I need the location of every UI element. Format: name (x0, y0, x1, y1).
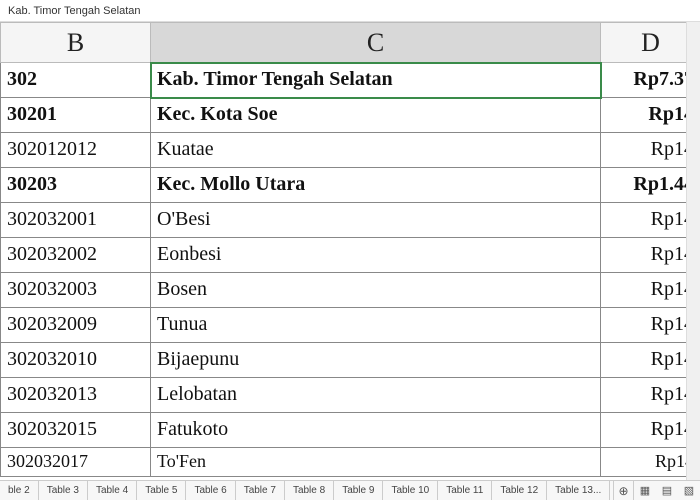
document-title: Kab. Timor Tengah Selatan (8, 5, 141, 17)
cell-c[interactable]: Kuatae (151, 133, 601, 168)
cell-b[interactable]: 302032013 (1, 378, 151, 413)
cell-b[interactable]: 30203 (1, 168, 151, 203)
table-row: 302032015FatukotoRp14 (1, 413, 700, 448)
cell-c[interactable]: Lelobatan (151, 378, 601, 413)
table-row: 30201Kec. Kota SoeRp14 (1, 98, 700, 133)
sheet-tab[interactable]: Table 13 (547, 481, 610, 500)
table-row: 302032003BosenRp14 (1, 273, 700, 308)
vertical-scrollbar[interactable] (686, 22, 700, 480)
cell-c[interactable]: Bosen (151, 273, 601, 308)
cell-c[interactable]: Eonbesi (151, 238, 601, 273)
sheet-tab[interactable]: Table 5 (137, 481, 186, 500)
cell-c[interactable]: Kab. Timor Tengah Selatan (151, 63, 601, 98)
cell-c[interactable]: Kec. Kota Soe (151, 98, 601, 133)
spreadsheet-grid[interactable]: B C D 302Kab. Timor Tengah SelatanRp7.37… (0, 22, 700, 480)
cell-b[interactable]: 302032015 (1, 413, 151, 448)
cell-b[interactable]: 302 (1, 63, 151, 98)
cell-b[interactable]: 302032017 (1, 448, 151, 477)
plus-icon: ⊕ (618, 484, 628, 498)
col-header-c[interactable]: C (151, 23, 601, 63)
cell-b[interactable]: 302032001 (1, 203, 151, 238)
view-pagebreak-icon[interactable]: ▤ (656, 481, 678, 500)
col-header-b[interactable]: B (1, 23, 151, 63)
cell-c[interactable]: To'Fen (151, 448, 601, 477)
sheet-tab[interactable]: Table 10 (383, 481, 438, 500)
cell-b[interactable]: 302032009 (1, 308, 151, 343)
title-bar: Kab. Timor Tengah Selatan (0, 0, 700, 22)
sheet-tab[interactable]: Table 8 (285, 481, 334, 500)
cell-b[interactable]: 30201 (1, 98, 151, 133)
table-row: 302Kab. Timor Tengah SelatanRp7.37 (1, 63, 700, 98)
cell-b[interactable]: 302032002 (1, 238, 151, 273)
cell-c[interactable]: Fatukoto (151, 413, 601, 448)
sheet-tab[interactable]: Table 11 (438, 481, 492, 500)
cell-b[interactable]: 302032003 (1, 273, 151, 308)
add-sheet-button[interactable]: ⊕ (613, 481, 633, 500)
sheet-tab[interactable]: Table 7 (236, 481, 285, 500)
view-layout-icon[interactable]: ▧ (678, 481, 700, 500)
sheet-tab[interactable]: Table 6 (186, 481, 235, 500)
sheet-tab[interactable]: Table 9 (334, 481, 383, 500)
sheet-tab[interactable]: Table 3 (39, 481, 88, 500)
cells-table: B C D 302Kab. Timor Tengah SelatanRp7.37… (0, 22, 700, 477)
cell-c[interactable]: Kec. Mollo Utara (151, 168, 601, 203)
cell-c[interactable]: O'Besi (151, 203, 601, 238)
table-row: 302032002EonbesiRp14 (1, 238, 700, 273)
table-row: 302032017To'FenRp14 (1, 448, 700, 477)
table-row: 302012012KuataeRp14 (1, 133, 700, 168)
bottom-bar: ble 2Table 3Table 4Table 5Table 6Table 7… (0, 480, 700, 500)
column-headers: B C D (1, 23, 700, 63)
sheet-tabs: ble 2Table 3Table 4Table 5Table 6Table 7… (0, 481, 613, 500)
table-row: 302032010BijaepunuRp14 (1, 343, 700, 378)
sheet-tab[interactable]: Table 12 (492, 481, 547, 500)
table-row: 302032001O'BesiRp14 (1, 203, 700, 238)
cell-b[interactable]: 302032010 (1, 343, 151, 378)
table-row: 30203Kec. Mollo UtaraRp1.44 (1, 168, 700, 203)
cell-c[interactable]: Tunua (151, 308, 601, 343)
table-row: 302032009TunuaRp14 (1, 308, 700, 343)
cell-c[interactable]: Bijaepunu (151, 343, 601, 378)
sheet-tab[interactable]: ble 2 (0, 481, 39, 500)
sheet-tab[interactable]: Table 4 (88, 481, 137, 500)
view-normal-icon[interactable]: ▦ (634, 481, 656, 500)
table-row: 302032013LelobatanRp14 (1, 378, 700, 413)
cell-b[interactable]: 302012012 (1, 133, 151, 168)
view-buttons: ▦ ▤ ▧ (633, 481, 700, 500)
